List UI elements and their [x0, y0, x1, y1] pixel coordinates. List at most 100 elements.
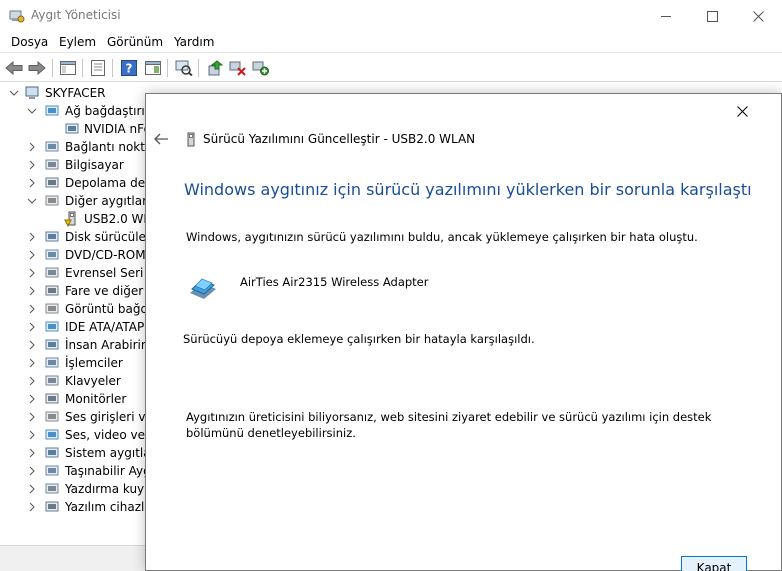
- tree-item-label: Görüntü bağda: [65, 302, 156, 316]
- menu-bar: Dosya Eylem Görünüm Yardım: [0, 32, 782, 52]
- chevron-right-icon[interactable]: [26, 482, 38, 496]
- tree-item-label: Bilgisayar: [65, 158, 124, 172]
- device-category-icon: [45, 231, 59, 242]
- chevron-right-icon[interactable]: [26, 248, 38, 262]
- computer-icon: [25, 86, 39, 99]
- device-category-icon: [45, 285, 59, 296]
- disable-device-button[interactable]: [228, 58, 248, 78]
- device-category-icon: [45, 105, 59, 116]
- chevron-right-icon[interactable]: [26, 176, 38, 190]
- device-category-icon: [45, 447, 59, 458]
- title-bar: Aygıt Yöneticisi: [0, 0, 782, 32]
- device-category-icon: [45, 429, 59, 440]
- chevron-down-icon[interactable]: [8, 86, 20, 100]
- device-category-icon: [45, 177, 59, 188]
- tree-item-label: Klavyeler: [65, 374, 121, 388]
- chevron-down-icon[interactable]: [26, 104, 38, 118]
- toolbar: ?: [0, 52, 782, 82]
- chevron-right-icon[interactable]: [26, 302, 38, 316]
- device-name: AirTies Air2315 Wireless Adapter: [240, 275, 429, 289]
- add-legacy-device-button[interactable]: [251, 58, 271, 78]
- back-button[interactable]: [4, 58, 24, 78]
- forward-button[interactable]: [27, 58, 47, 78]
- tree-item-label: DVD/CD-ROM: [65, 248, 146, 262]
- chevron-right-icon[interactable]: [26, 392, 38, 406]
- chevron-right-icon[interactable]: [26, 284, 38, 298]
- chevron-right-icon[interactable]: [26, 356, 38, 370]
- chevron-right-icon[interactable]: [26, 320, 38, 334]
- window-title: Aygıt Yöneticisi: [31, 8, 121, 22]
- dialog-heading: Windows aygıtınız için sürücü yazılımını…: [184, 180, 752, 199]
- dialog-close-button[interactable]: [727, 98, 757, 124]
- chevron-right-icon[interactable]: [26, 158, 38, 172]
- chevron-right-icon[interactable]: [26, 428, 38, 442]
- toolbar-separator: [52, 59, 53, 77]
- chevron-right-icon[interactable]: [26, 266, 38, 280]
- arrow-left-icon: [5, 61, 23, 75]
- menu-gorunum[interactable]: Görünüm: [107, 35, 163, 49]
- device-category-icon: [45, 267, 59, 278]
- help-icon: ?: [121, 60, 137, 76]
- device-category-icon: [45, 483, 59, 494]
- chevron-right-icon[interactable]: [26, 446, 38, 460]
- tree-item-label: Yazdırma kuyru: [65, 482, 157, 496]
- dialog-header-title: Sürücü Yazılımını Güncelleştir - USB2.0 …: [203, 132, 476, 146]
- tree-item-label: Bağlantı noktal: [65, 140, 156, 154]
- tree-item-label: Disk sürücüleri: [65, 230, 155, 244]
- tree-item-label: IDE ATA/ATAPI: [65, 320, 148, 334]
- device-category-icon: [45, 321, 59, 332]
- device-category-icon: [65, 123, 79, 134]
- tree-item-label: İnsan Arabirim: [65, 338, 153, 352]
- device-category-icon: [45, 375, 59, 386]
- tree-root-label: SKYFACER: [45, 86, 106, 100]
- chevron-right-icon[interactable]: [26, 410, 38, 424]
- chevron-right-icon[interactable]: [26, 500, 38, 514]
- help-button[interactable]: ?: [119, 58, 139, 78]
- maximize-button[interactable]: [689, 0, 735, 32]
- device-manager-icon: [9, 10, 25, 23]
- tree-item-label: Diğer aygıtlar: [65, 194, 148, 208]
- chevron-right-icon[interactable]: [26, 230, 38, 244]
- chevron-right-icon[interactable]: [26, 374, 38, 388]
- menu-eylem[interactable]: Eylem: [59, 35, 96, 49]
- properties-button[interactable]: [88, 58, 108, 78]
- tree-item-label: Fare ve diğer iş: [65, 284, 157, 298]
- scan-hardware-button[interactable]: [174, 58, 194, 78]
- update-driver-button[interactable]: [205, 58, 225, 78]
- tree-item-label: Yazılım cihazla: [65, 500, 152, 514]
- chevron-right-icon[interactable]: [26, 464, 38, 478]
- back-arrow-icon[interactable]: [152, 131, 170, 147]
- close-dialog-button[interactable]: Kapat: [681, 556, 747, 571]
- toolbar-separator: [198, 59, 199, 77]
- tree-item-label: Monitörler: [65, 392, 127, 406]
- properties-view-button[interactable]: [58, 58, 78, 78]
- device-category-icon: [45, 357, 59, 368]
- device-category-icon: [45, 141, 59, 152]
- scan-monitor-icon: [175, 60, 193, 76]
- usb-device-icon: [64, 211, 76, 227]
- device-category-icon: [45, 411, 59, 422]
- dialog-message: Windows, aygıtınızın sürücü yazılımını b…: [186, 230, 698, 244]
- menu-yardim[interactable]: Yardım: [174, 35, 214, 49]
- disable-device-icon: [229, 61, 246, 76]
- chevron-right-icon[interactable]: [26, 338, 38, 352]
- chevron-right-icon[interactable]: [26, 140, 38, 154]
- tree-item-label: Sistem aygıtlar: [65, 446, 156, 460]
- chevron-down-icon[interactable]: [26, 194, 38, 208]
- menu-dosya[interactable]: Dosya: [11, 35, 48, 49]
- panel-icon: [145, 61, 161, 75]
- minimize-icon: [660, 15, 671, 17]
- device-category-icon: [45, 303, 59, 314]
- toolbar-separator: [82, 59, 83, 77]
- tree-item-label: Ağ bağdaştırıcı: [65, 104, 155, 118]
- close-window-button[interactable]: [735, 0, 781, 32]
- tree-item-label: İşlemciler: [65, 356, 123, 370]
- add-device-icon: [252, 61, 269, 76]
- usb-device-icon: [187, 132, 195, 147]
- dialog-error-detail: Sürücüyü depoya eklemeye çalışırken bir …: [183, 332, 535, 346]
- update-driver-icon: [208, 60, 223, 76]
- minimize-button[interactable]: [643, 0, 689, 32]
- window-view-icon: [60, 61, 76, 75]
- svg-text:?: ?: [126, 62, 133, 76]
- view-button[interactable]: [143, 58, 163, 78]
